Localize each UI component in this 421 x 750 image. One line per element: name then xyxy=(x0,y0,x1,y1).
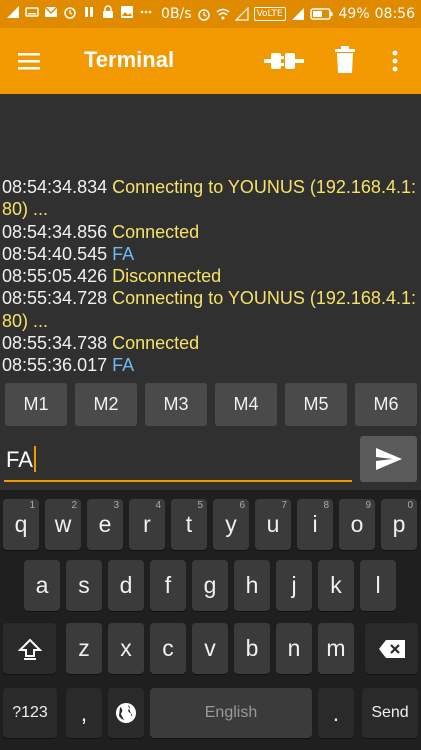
gallery-icon xyxy=(120,5,134,19)
key-l[interactable]: l xyxy=(360,560,396,611)
key-k[interactable]: k xyxy=(318,560,354,611)
key-d[interactable]: d xyxy=(108,560,144,611)
soft-keyboard: 1q 2w 3e 4r 5t 6y 7u 8i 9o 0p a s d f g … xyxy=(0,490,421,750)
log-timestamp: 08:54:34.856 xyxy=(2,221,108,242)
key-r[interactable]: 4r xyxy=(129,499,165,550)
send-button[interactable] xyxy=(360,436,417,482)
key-c[interactable]: c xyxy=(150,623,186,674)
key-a[interactable]: a xyxy=(24,560,60,611)
key-h[interactable]: h xyxy=(234,560,270,611)
key-g[interactable]: g xyxy=(192,560,228,611)
terminal-output[interactable]: 08:54:34.834 Connecting to YOUNUS (192.1… xyxy=(0,94,421,380)
key-o[interactable]: 9o xyxy=(339,499,375,550)
log-timestamp: 08:55:05.426 xyxy=(2,266,108,287)
log-message: Connected xyxy=(112,221,200,242)
network-speed: 0B/s xyxy=(161,6,192,22)
send-arrow-icon xyxy=(375,448,402,470)
keyboard-send-key[interactable]: Send xyxy=(362,688,418,738)
clock: 08:56 xyxy=(374,6,415,22)
macro-button-m6[interactable]: M6 xyxy=(355,383,417,426)
comma-key[interactable]: , xyxy=(66,688,102,738)
log-line: 08:55:36.017 FA xyxy=(2,354,419,376)
log-timestamp: 08:54:40.545 xyxy=(2,243,108,264)
key-j[interactable]: j xyxy=(276,560,312,611)
key-z[interactable]: z xyxy=(66,623,102,674)
language-key[interactable] xyxy=(108,688,144,738)
macro-bar: M1 M2 M3 M4 M5 M6 xyxy=(0,383,421,427)
log-line: 08:54:40.545 FA xyxy=(2,243,419,265)
backspace-key[interactable] xyxy=(365,623,418,674)
key-m[interactable]: m xyxy=(318,623,354,674)
macro-button-m5[interactable]: M5 xyxy=(285,383,347,426)
log-line: 08:55:05.426 Disconnected xyxy=(2,265,419,287)
key-f[interactable]: f xyxy=(150,560,186,611)
key-p[interactable]: 0p xyxy=(381,499,417,550)
send-text-input[interactable]: FA xyxy=(4,440,352,482)
log-message: FA xyxy=(112,355,135,376)
log-list: 08:54:34.834 Connecting to YOUNUS (192.1… xyxy=(2,176,419,377)
cellular-signal-icon xyxy=(234,7,249,21)
pause-icon xyxy=(82,5,96,19)
key-e[interactable]: 3e xyxy=(87,499,123,550)
key-b[interactable]: b xyxy=(234,623,270,674)
wifi-icon xyxy=(216,7,230,21)
log-message: Connected xyxy=(112,333,200,354)
battery-icon xyxy=(309,7,334,21)
shift-key[interactable] xyxy=(3,623,56,674)
key-v[interactable]: v xyxy=(192,623,228,674)
log-timestamp: 08:55:34.738 xyxy=(2,333,108,354)
menu-icon[interactable] xyxy=(16,48,44,74)
volte-badge: VoLTE xyxy=(253,7,286,21)
symbols-key[interactable]: ?123 xyxy=(3,688,57,738)
macro-button-m3[interactable]: M3 xyxy=(145,383,207,426)
log-line: 08:55:34.738 Connected xyxy=(2,332,419,354)
log-message: FA xyxy=(112,243,135,264)
shift-arrow-icon xyxy=(17,638,42,660)
period-key[interactable]: . xyxy=(318,688,354,738)
log-timestamp: 08:55:36.017 xyxy=(2,355,108,376)
log-line: 08:54:34.834 Connecting to YOUNUS (192.1… xyxy=(2,176,419,221)
status-bar: 0B/s VoLTE 49% 08:56 xyxy=(0,0,421,28)
battery-level: 49% xyxy=(338,6,370,22)
alarm-icon xyxy=(63,5,77,19)
key-x[interactable]: x xyxy=(108,623,144,674)
key-t[interactable]: 5t xyxy=(171,499,207,550)
log-timestamp: 08:55:34.728 xyxy=(2,288,108,309)
space-bar[interactable]: English xyxy=(150,688,312,738)
log-message: Disconnected xyxy=(112,266,222,287)
alarm-clock-icon xyxy=(197,7,211,21)
log-timestamp: 08:54:34.834 xyxy=(2,177,108,197)
message-icon xyxy=(44,5,58,19)
key-i[interactable]: 8i xyxy=(297,499,333,550)
send-text-value: FA xyxy=(6,447,33,472)
trash-icon[interactable] xyxy=(334,46,356,74)
send-row: FA xyxy=(0,434,421,484)
key-q[interactable]: 1q xyxy=(3,499,39,550)
more-options-icon[interactable] xyxy=(390,48,400,74)
text-caret xyxy=(33,446,36,472)
page-title: Terminal xyxy=(84,47,175,72)
key-w[interactable]: 2w xyxy=(45,499,81,550)
connect-plug-icon[interactable] xyxy=(264,48,304,74)
cellular-signal-2-icon xyxy=(291,7,305,21)
dots-icon xyxy=(139,5,153,19)
signal-strength-icon xyxy=(6,5,20,19)
log-line: 08:55:34.728 Connecting to YOUNUS (192.1… xyxy=(2,287,419,332)
macro-button-m2[interactable]: M2 xyxy=(75,383,137,426)
log-line: 08:54:34.856 Connected xyxy=(2,221,419,243)
key-n[interactable]: n xyxy=(276,623,312,674)
lock-icon xyxy=(101,5,115,19)
globe-icon xyxy=(116,703,136,723)
keyboard-icon xyxy=(25,5,39,19)
macro-button-m4[interactable]: M4 xyxy=(215,383,277,426)
key-y[interactable]: 6y xyxy=(213,499,249,550)
key-u[interactable]: 7u xyxy=(255,499,291,550)
app-bar: Terminal xyxy=(0,28,421,94)
backspace-icon xyxy=(378,639,405,658)
macro-button-m1[interactable]: M1 xyxy=(5,383,67,426)
key-s[interactable]: s xyxy=(66,560,102,611)
